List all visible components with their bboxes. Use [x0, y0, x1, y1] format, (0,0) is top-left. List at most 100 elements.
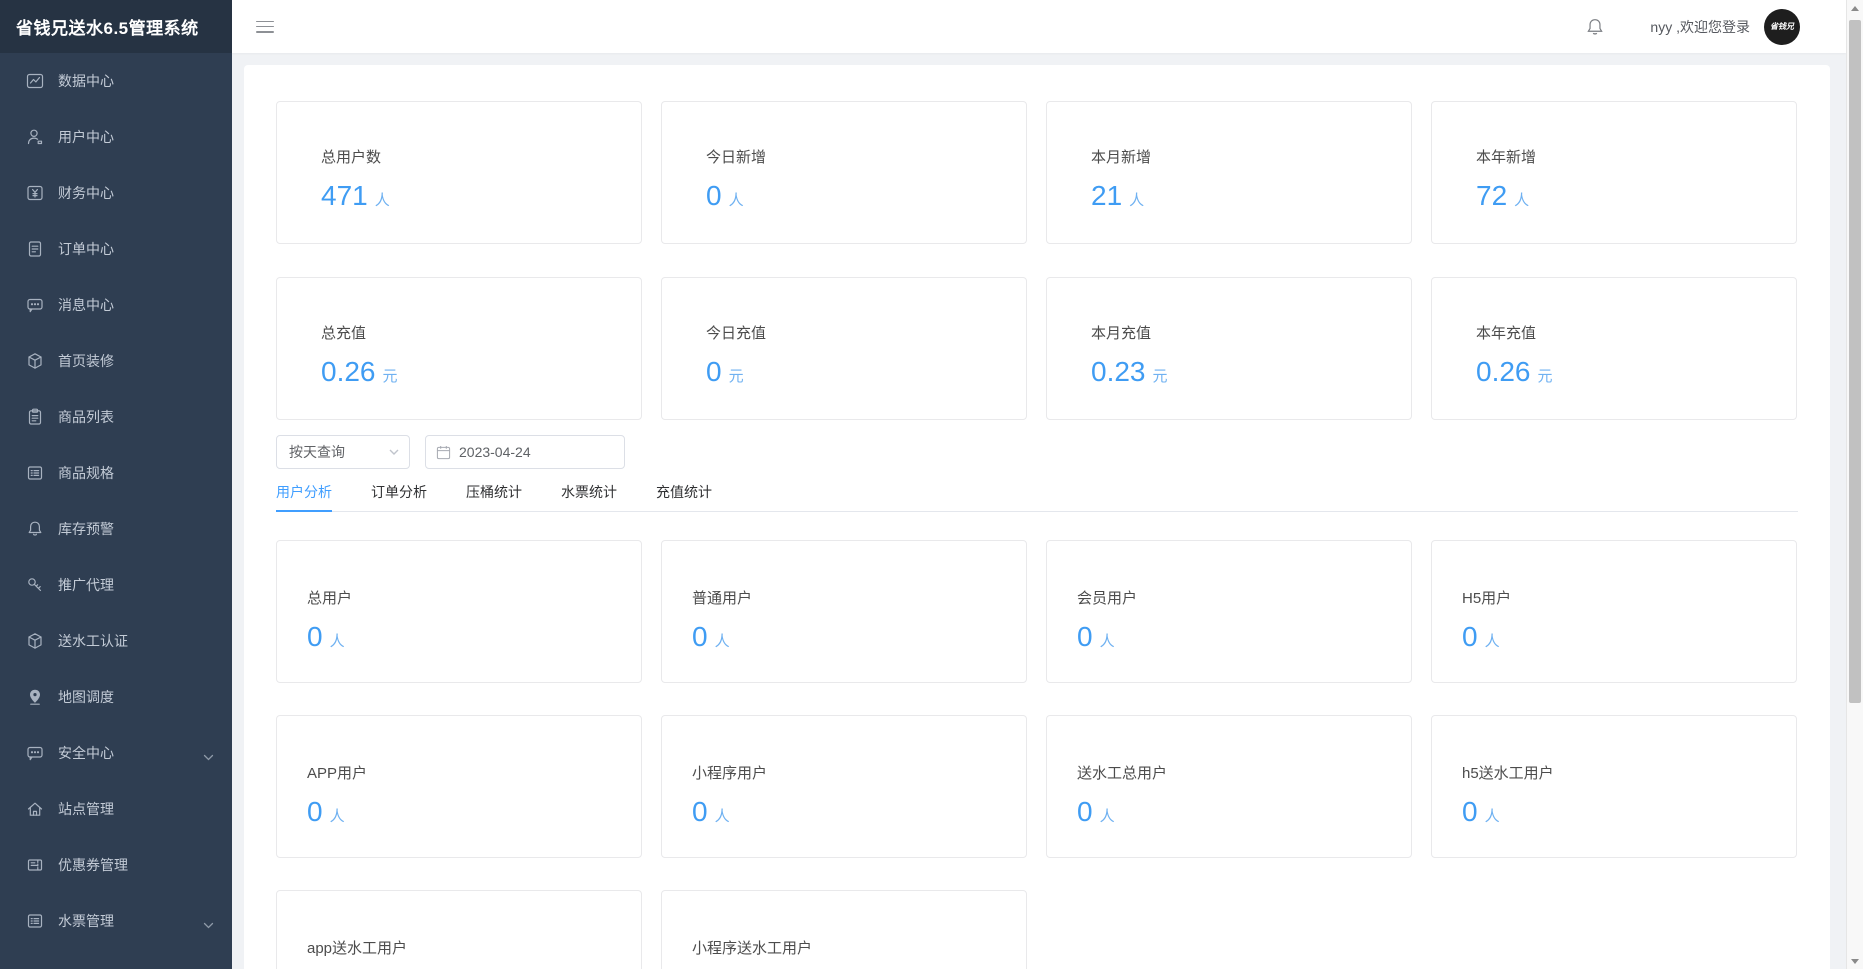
- stat-card-value: 0人: [307, 621, 641, 653]
- stat-value-number: 0.23: [1091, 356, 1146, 388]
- sidebar-item[interactable]: 首页装修: [0, 333, 232, 389]
- avatar[interactable]: 省钱兄: [1764, 9, 1800, 45]
- tab-充值统计[interactable]: 充值统计: [656, 473, 712, 511]
- tab-压桶统计[interactable]: 压桶统计: [466, 473, 522, 511]
- scrollbar-thumb[interactable]: [1849, 20, 1861, 703]
- chevron-down-icon: [203, 917, 214, 925]
- stat-card-value: 0人: [1077, 796, 1411, 828]
- stat-value-number: 0: [706, 180, 722, 212]
- sidebar-item[interactable]: 推广代理: [0, 557, 232, 613]
- top-header: nyy ,欢迎您登录 省钱兄: [232, 0, 1846, 53]
- stat-value-unit: 人: [1129, 189, 1144, 210]
- stat-card-label: 本月充值: [1091, 322, 1411, 343]
- stat-card: H5用户0人: [1431, 540, 1797, 683]
- stat-card: h5送水工用户0人: [1431, 715, 1797, 858]
- stat-card-label: 本月新增: [1091, 146, 1411, 167]
- stat-card-label: 普通用户: [692, 587, 1026, 608]
- stat-value-number: 0: [1462, 796, 1478, 828]
- stat-value-number: 0: [1077, 621, 1093, 653]
- stat-value-unit: 人: [1100, 630, 1115, 651]
- stat-card-label: 总用户数: [321, 146, 641, 167]
- stat-value-unit: 人: [715, 630, 730, 651]
- spec-icon: [25, 911, 45, 931]
- sidebar-item[interactable]: 地图调度: [0, 669, 232, 725]
- spec-icon: [25, 463, 45, 483]
- stat-card: app送水工用户0人: [276, 890, 642, 969]
- stat-value-number: 21: [1091, 180, 1122, 212]
- sidebar-item[interactable]: 安全中心: [0, 725, 232, 781]
- sidebar-item-label: 用户中心: [58, 127, 114, 147]
- sidebar-item-label: 首页装修: [58, 351, 114, 371]
- tab-水票统计[interactable]: 水票统计: [561, 473, 617, 511]
- sidebar-item[interactable]: 财务中心: [0, 165, 232, 221]
- sidebar-item[interactable]: 送水工认证: [0, 613, 232, 669]
- sidebar-item[interactable]: 商品规格: [0, 445, 232, 501]
- date-picker[interactable]: 2023-04-24: [425, 435, 625, 469]
- stat-value-number: 0: [692, 621, 708, 653]
- sidebar-item[interactable]: 订单中心: [0, 221, 232, 277]
- sidebar-menu: 数据中心用户中心财务中心订单中心消息中心首页装修商品列表商品规格库存预警推广代理…: [0, 53, 232, 949]
- bell-icon[interactable]: [1584, 16, 1606, 38]
- scroll-down-arrow[interactable]: [1847, 953, 1863, 969]
- sidebar-item[interactable]: 商品列表: [0, 389, 232, 445]
- stat-card-label: h5送水工用户: [1462, 762, 1796, 783]
- sidebar-item-label: 库存预警: [58, 519, 114, 539]
- sidebar-item[interactable]: 用户中心: [0, 109, 232, 165]
- sidebar-item-label: 商品规格: [58, 463, 114, 483]
- query-mode-select[interactable]: 按天查询: [276, 435, 410, 469]
- page-scrollbar[interactable]: [1846, 0, 1863, 969]
- stat-card: 总用户数 471人: [276, 101, 642, 244]
- stat-card-label: 今日充值: [706, 322, 1026, 343]
- sidebar-item-label: 财务中心: [58, 183, 114, 203]
- sidebar-item[interactable]: 优惠券管理: [0, 837, 232, 893]
- sidebar-item[interactable]: 数据中心: [0, 53, 232, 109]
- sidebar-item[interactable]: 水票管理: [0, 893, 232, 949]
- sidebar-item[interactable]: 库存预警: [0, 501, 232, 557]
- stat-value-unit: 人: [330, 630, 345, 651]
- stat-card: 本年充值 0.26元: [1431, 277, 1797, 420]
- order-icon: [25, 239, 45, 259]
- stat-card-label: H5用户: [1462, 587, 1796, 608]
- sidebar-item[interactable]: 消息中心: [0, 277, 232, 333]
- chevron-down-icon: [203, 749, 214, 757]
- sidebar-item[interactable]: 站点管理: [0, 781, 232, 837]
- stat-card-label: 今日新增: [706, 146, 1026, 167]
- stat-value-unit: 元: [1153, 365, 1168, 386]
- tab-订单分析[interactable]: 订单分析: [371, 473, 427, 511]
- welcome-text[interactable]: nyy ,欢迎您登录: [1650, 17, 1750, 37]
- chart-icon: [25, 71, 45, 91]
- stat-value-unit: 人: [375, 189, 390, 210]
- stat-card-value: 0人: [706, 180, 1026, 212]
- analysis-tabs: 用户分析 订单分析 压桶统计 水票统计 充值统计: [276, 473, 1798, 512]
- stat-card: 本年新增72人: [1431, 101, 1797, 244]
- stat-card-label: 总充值: [321, 322, 641, 343]
- bell-icon: [25, 519, 45, 539]
- stat-value-unit: 人: [715, 805, 730, 826]
- stat-card-label: 本年充值: [1476, 322, 1796, 343]
- stat-value-number: 0: [307, 621, 323, 653]
- stat-card-label: 本年新增: [1476, 146, 1796, 167]
- stat-card: 总用户 0人: [276, 540, 642, 683]
- stat-card-value: 0.26元: [1476, 356, 1796, 388]
- chevron-down-icon: [389, 449, 399, 455]
- main-panel: 总用户数471人今日新增0人本月新增21人本年新增72人总充值0.26元今日充值…: [244, 65, 1830, 969]
- stat-value-number: 0.26: [321, 356, 376, 388]
- clipboard-icon: [25, 407, 45, 427]
- stat-value-unit: 元: [383, 365, 398, 386]
- message-icon: [25, 743, 45, 763]
- date-value: 2023-04-24: [459, 444, 531, 460]
- hamburger-icon[interactable]: [256, 21, 274, 33]
- stat-card-label: 总用户: [307, 587, 641, 608]
- stat-value-number: 0.26: [1476, 356, 1531, 388]
- stat-card-value: 471人: [321, 180, 641, 212]
- stat-card-value: 0.23 元: [1091, 356, 1411, 388]
- scroll-up-arrow[interactable]: [1847, 0, 1863, 16]
- stat-card: APP用户0人: [276, 715, 642, 858]
- tab-用户分析[interactable]: 用户分析: [276, 473, 332, 511]
- stat-card: 本月充值 0.23 元: [1046, 277, 1412, 420]
- coupon-icon: [25, 855, 45, 875]
- stat-card: 送水工总用户0人: [1046, 715, 1412, 858]
- sidebar-item-label: 水票管理: [58, 911, 114, 931]
- stat-card: 小程序用户0人: [661, 715, 1027, 858]
- sidebar-item-label: 地图调度: [58, 687, 114, 707]
